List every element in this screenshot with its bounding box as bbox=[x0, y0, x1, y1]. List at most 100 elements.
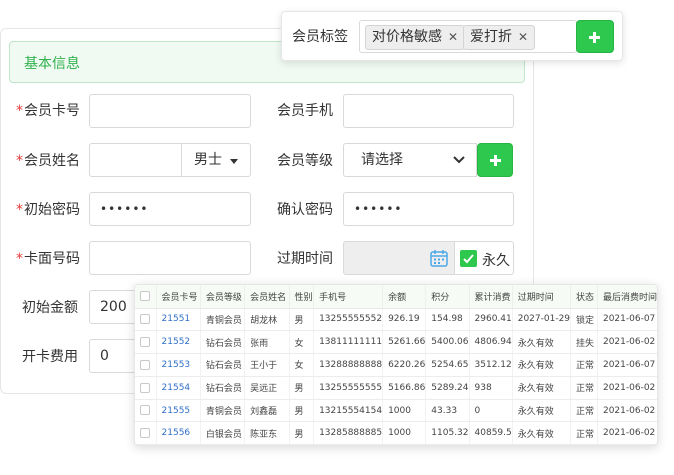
confirm-pwd-input[interactable]: •••••• bbox=[343, 192, 514, 226]
card-no-link[interactable]: 21551 bbox=[156, 308, 201, 332]
column-header[interactable]: 会员卡号 bbox=[156, 285, 201, 309]
tags-input[interactable]: 对价格敏感 ✕ 爱打折 ✕ bbox=[359, 20, 577, 53]
table-cell: 刘鑫磊 bbox=[244, 399, 290, 423]
table-cell: 1000 bbox=[382, 399, 427, 423]
table-cell: 陈亚东 bbox=[244, 421, 290, 445]
table-cell: 青铜会员 bbox=[200, 399, 246, 423]
table-cell: 2021-06-02 bbox=[597, 376, 657, 400]
card-no-label: *会员卡号 bbox=[16, 103, 80, 119]
init-pwd-label: *初始密码 bbox=[16, 202, 80, 218]
table-cell: 5400.06 bbox=[425, 330, 470, 355]
table-cell: 男 bbox=[289, 421, 315, 445]
init-pwd-input[interactable]: •••••• bbox=[89, 192, 251, 226]
row-checkbox[interactable] bbox=[135, 421, 157, 445]
member-list-panel: 会员卡号 会员等级 会员姓名 性别 手机号 余额 积分 累计消费 过期时间 状态… bbox=[134, 284, 658, 446]
table-cell: 钻石会员 bbox=[200, 353, 246, 377]
table-cell: 男 bbox=[289, 308, 315, 332]
card-no-link[interactable]: 21552 bbox=[156, 330, 201, 355]
table-cell: 正常 bbox=[570, 399, 598, 423]
calendar-icon[interactable] bbox=[430, 249, 448, 267]
table-row[interactable]: 21554 钻石会员 吴远正男 13255555555 5166.86 5289.24 93… bbox=[135, 376, 657, 400]
row-checkbox[interactable] bbox=[135, 308, 157, 332]
table-cell: 白银会员 bbox=[200, 421, 246, 445]
name-input[interactable] bbox=[89, 143, 182, 177]
column-header[interactable]: 手机号 bbox=[313, 285, 384, 309]
close-icon[interactable]: ✕ bbox=[518, 30, 528, 44]
level-placeholder: 请选择 bbox=[361, 152, 403, 168]
table-cell: 6220.26 bbox=[382, 353, 427, 377]
face-no-input[interactable] bbox=[89, 241, 251, 275]
table-cell: 正常 bbox=[570, 376, 598, 400]
row-checkbox[interactable] bbox=[135, 399, 157, 423]
column-header[interactable]: 性别 bbox=[289, 285, 315, 309]
table-cell: 1105.32 bbox=[425, 421, 470, 445]
column-header[interactable]: 状态 bbox=[570, 285, 598, 309]
gender-select[interactable]: 男士 bbox=[181, 143, 251, 177]
table-cell: 胡龙林 bbox=[244, 308, 290, 332]
card-no-link[interactable]: 21556 bbox=[156, 421, 201, 445]
level-label: 会员等级 bbox=[277, 153, 333, 169]
table-cell: 女 bbox=[289, 353, 315, 377]
column-header[interactable]: 余额 bbox=[382, 285, 427, 309]
table-cell: 938 bbox=[469, 376, 513, 400]
caret-down-icon bbox=[230, 159, 238, 164]
row-checkbox[interactable] bbox=[135, 353, 157, 377]
table-header-row: 会员卡号 会员等级 会员姓名 性别 手机号 余额 积分 累计消费 过期时间 状态… bbox=[135, 285, 657, 309]
table-cell: 13215554154 bbox=[313, 399, 384, 423]
table-cell: 永久有效 bbox=[512, 353, 572, 377]
tag-chip: 爱打折 ✕ bbox=[463, 25, 536, 50]
column-header[interactable]: 最后消费时间 bbox=[597, 285, 657, 309]
table-cell: 王小于 bbox=[244, 353, 290, 377]
phone-input[interactable] bbox=[343, 94, 514, 128]
init-amount-label: 初始金额 bbox=[22, 300, 78, 316]
table-cell: 挂失 bbox=[570, 330, 598, 355]
tag-chip: 对价格敏感 ✕ bbox=[365, 25, 466, 50]
card-no-input[interactable] bbox=[89, 94, 251, 128]
table-cell: 2027-01-29 bbox=[512, 308, 572, 332]
table-cell: 926.19 bbox=[382, 308, 427, 332]
table-cell: 男 bbox=[289, 376, 315, 400]
name-label: *会员姓名 bbox=[16, 153, 80, 169]
table-cell: 2021-06-02 bbox=[597, 399, 657, 423]
column-header[interactable]: 累计消费 bbox=[469, 285, 513, 309]
select-all-checkbox[interactable] bbox=[135, 285, 157, 309]
table-cell: 13811111111 bbox=[313, 330, 384, 355]
column-header[interactable]: 会员姓名 bbox=[244, 285, 290, 309]
level-select[interactable]: 请选择 bbox=[343, 143, 477, 177]
column-header[interactable]: 积分 bbox=[425, 285, 470, 309]
table-cell: 154.98 bbox=[425, 308, 470, 332]
column-header[interactable]: 过期时间 bbox=[512, 285, 572, 309]
card-no-link[interactable]: 21553 bbox=[156, 353, 201, 377]
table-row[interactable]: 21555 青铜会员 刘鑫磊男 13215554154 1000 43.33 0 永久有效 正常… bbox=[135, 399, 657, 423]
table-row[interactable]: 21553 钻石会员 王小于女 13288888888 6220.26 5254.65 35… bbox=[135, 353, 657, 377]
column-header[interactable]: 会员等级 bbox=[200, 285, 246, 309]
table-cell: 5261.66 bbox=[382, 330, 427, 355]
table-cell: 青铜会员 bbox=[200, 308, 246, 332]
table-cell: 钻石会员 bbox=[200, 376, 246, 400]
add-level-button[interactable] bbox=[477, 143, 513, 177]
table-row[interactable]: 21552 钻石会员 张雨女 13811111111 5261.66 5400.06 480… bbox=[135, 330, 657, 355]
table-cell: 钻石会员 bbox=[200, 330, 246, 355]
checkbox-checked-icon[interactable] bbox=[460, 250, 477, 267]
add-tag-button[interactable] bbox=[576, 20, 614, 53]
close-icon[interactable]: ✕ bbox=[448, 30, 458, 44]
card-no-link[interactable]: 21554 bbox=[156, 376, 201, 400]
card-no-link[interactable]: 21555 bbox=[156, 399, 201, 423]
table-cell: 1000 bbox=[382, 421, 427, 445]
forever-toggle[interactable]: 永久 bbox=[455, 241, 514, 275]
table-cell: 13255555555 bbox=[313, 376, 384, 400]
table-row[interactable]: 21551 青铜会员 胡龙林男 13255555552 926.19 154.98 2960… bbox=[135, 308, 657, 332]
table-cell: 3512.12 bbox=[469, 353, 513, 377]
table-row[interactable]: 21556 白银会员 陈亚东男 13285888885 1000 1105.32 40859… bbox=[135, 421, 657, 445]
table-cell: 13255555552 bbox=[313, 308, 384, 332]
table-cell: 0 bbox=[469, 399, 513, 423]
member-table: 会员卡号 会员等级 会员姓名 性别 手机号 余额 积分 累计消费 过期时间 状态… bbox=[135, 285, 657, 445]
expire-date-input[interactable] bbox=[343, 241, 455, 275]
table-cell: 40859.5 bbox=[469, 421, 513, 445]
table-cell: 5289.24 bbox=[425, 376, 470, 400]
chevron-down-icon bbox=[453, 156, 465, 164]
row-checkbox[interactable] bbox=[135, 376, 157, 400]
section-title: 基本信息 bbox=[24, 56, 80, 72]
table-cell: 永久有效 bbox=[512, 330, 572, 355]
row-checkbox[interactable] bbox=[135, 330, 157, 355]
